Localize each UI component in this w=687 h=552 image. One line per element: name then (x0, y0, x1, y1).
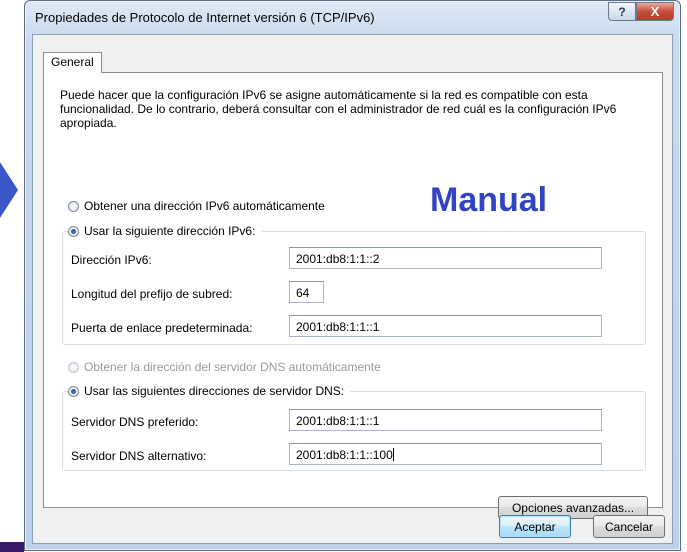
ip-manual-option[interactable]: Usar la siguiente dirección IPv6: (68, 224, 262, 238)
ok-button[interactable]: Aceptar (499, 515, 571, 538)
gateway-field[interactable]: 2001:db8:1:1::1 (289, 315, 602, 337)
text-caret (392, 448, 394, 461)
cancel-button[interactable]: Cancelar (593, 515, 665, 538)
prefix-length-label: Longitud del prefijo de subred: (71, 287, 233, 301)
alternate-dns-value: 2001:db8:1:1::100 (296, 448, 393, 462)
help-icon: ? (618, 4, 626, 19)
manual-annotation: Manual (430, 181, 548, 219)
title-bar[interactable]: Propiedades de Protocolo de Internet ver… (25, 1, 680, 35)
ip-auto-option[interactable]: Obtener una dirección IPv6 automáticamen… (68, 199, 331, 213)
properties-dialog: Propiedades de Protocolo de Internet ver… (24, 0, 681, 551)
window-title: Propiedades de Protocolo de Internet ver… (35, 10, 375, 25)
help-button[interactable]: ? (608, 2, 636, 21)
ipv6-address-label: Dirección IPv6: (71, 253, 152, 267)
dns-manual-option[interactable]: Usar las siguientes direcciones de servi… (68, 384, 351, 398)
dns-auto-label: Obtener la dirección del servidor DNS au… (84, 360, 381, 374)
dns-manual-label: Usar las siguientes direcciones de servi… (84, 384, 345, 398)
alternate-dns-label: Servidor DNS alternativo: (71, 449, 207, 463)
dns-auto-option[interactable]: Obtener la dirección del servidor DNS au… (68, 360, 387, 374)
ip-manual-radio[interactable] (68, 225, 79, 237)
close-icon: X (650, 4, 660, 19)
general-tab-panel: Puede hacer que la configuración IPv6 se… (43, 72, 663, 519)
dns-auto-radio[interactable] (68, 361, 79, 373)
slide-footer-bar (0, 542, 24, 552)
preferred-dns-field[interactable]: 2001:db8:1:1::1 (289, 409, 602, 431)
slide-arrow-icon (0, 156, 18, 224)
close-button[interactable]: X (636, 2, 674, 21)
ip-auto-label: Obtener una dirección IPv6 automáticamen… (84, 199, 325, 213)
tab-general[interactable]: General (43, 52, 102, 73)
prefix-length-field[interactable]: 64 (289, 281, 324, 303)
ipv6-address-field[interactable]: 2001:db8:1:1::2 (289, 247, 602, 269)
description-text: Puede hacer que la configuración IPv6 se… (60, 88, 617, 130)
ip-auto-radio[interactable] (68, 200, 79, 212)
alternate-dns-field[interactable]: 2001:db8:1:1::100 (289, 443, 602, 465)
ip-manual-label: Usar la siguiente dirección IPv6: (84, 224, 256, 238)
gateway-label: Puerta de enlace predeterminada: (71, 321, 253, 335)
preferred-dns-label: Servidor DNS preferido: (71, 415, 199, 429)
dialog-client-area: General Puede hacer que la configuración… (32, 34, 673, 544)
dns-manual-radio[interactable] (68, 385, 79, 397)
